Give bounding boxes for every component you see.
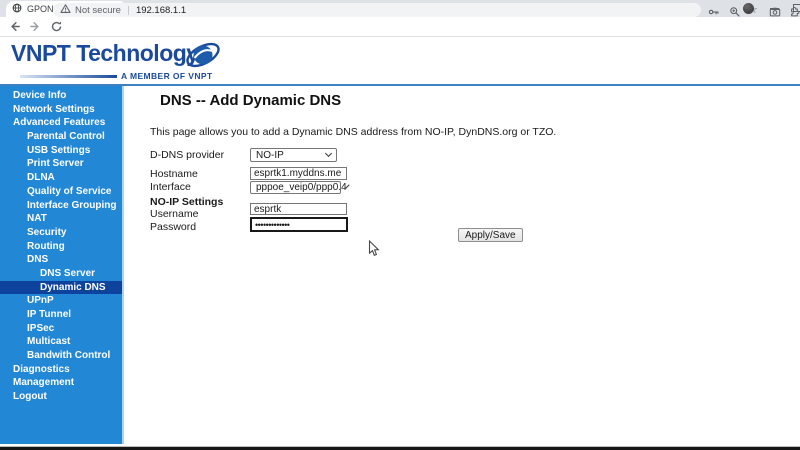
interface-value: pppoe_veip0/ppp0.4: [256, 182, 347, 193]
sidebar-item-diagnostics[interactable]: Diagnostics: [0, 363, 122, 377]
url-text: 192.168.1.1: [135, 4, 187, 16]
page-title: DNS -- Add Dynamic DNS: [160, 92, 342, 109]
mouse-cursor: [368, 239, 380, 263]
tagline-rule: [20, 74, 117, 78]
noip-settings-heading: NO-IP Settings: [150, 196, 224, 208]
security-label: Not secure: [75, 4, 121, 16]
zoom-icon[interactable]: [729, 5, 741, 23]
sidebar-item-dynamic-dns[interactable]: Dynamic DNS: [0, 280, 122, 295]
sidebar-item-usb-settings[interactable]: USB Settings: [0, 144, 122, 158]
address-bar[interactable]: Not secure 192.168.1.1: [53, 3, 701, 17]
username-label: Username: [150, 208, 199, 220]
password-key-icon[interactable]: [708, 5, 720, 23]
sidebar-item-ipsec[interactable]: IPSec: [0, 322, 122, 336]
ddns-provider-value: NO-IP: [256, 149, 284, 161]
interface-label: Interface: [150, 181, 191, 193]
sidebar-item-device-info[interactable]: Device Info: [0, 89, 122, 103]
sidebar-item-nat[interactable]: NAT: [0, 212, 122, 226]
browser-toolbar: [0, 17, 800, 37]
hostname-label: Hostname: [150, 168, 198, 180]
bookmark-star-icon[interactable]: ☆: [748, 3, 758, 16]
apply-save-button[interactable]: Apply/Save: [458, 228, 523, 242]
hostname-input[interactable]: [250, 167, 347, 180]
sidebar-item-dns-server[interactable]: DNS Server: [0, 267, 122, 281]
password-label: Password: [150, 221, 197, 233]
sidebar-item-dlna[interactable]: DLNA: [0, 171, 122, 185]
sidebar-item-print-server[interactable]: Print Server: [0, 157, 122, 171]
sidebar-item-ip-tunnel[interactable]: IP Tunnel: [0, 308, 122, 322]
taskbar-edge: [0, 446, 800, 450]
favicon-globe-icon: [12, 0, 22, 18]
sidebar-item-routing[interactable]: Routing: [0, 240, 122, 254]
sidebar-item-interface-grouping[interactable]: Interface Grouping: [0, 199, 122, 213]
brand-wordmark: VNPT Technology: [11, 40, 199, 66]
forward-button[interactable]: [29, 20, 42, 33]
page-description: This page allows you to add a Dynamic DN…: [150, 126, 557, 138]
screen: GPON ONT × + Not secure 192.168.1.1 ☆: [0, 0, 800, 450]
sidebar-item-security[interactable]: Security: [0, 226, 122, 240]
site-header: VNPT Technology A MEMBER OF VNPT: [0, 38, 800, 84]
sidebar-item-dns[interactable]: DNS: [0, 253, 122, 267]
username-input[interactable]: [250, 203, 347, 215]
brand-tagline: A MEMBER OF VNPT: [121, 71, 213, 81]
omnibox-divider: [127, 5, 129, 15]
sidebar-item-logout[interactable]: Logout: [0, 390, 122, 404]
interface-select[interactable]: pppoe_veip0/ppp0.4: [250, 181, 350, 194]
sidebar-item-quality-of-service[interactable]: Quality of Service: [0, 185, 122, 199]
sidebar-item-network-settings[interactable]: Network Settings: [0, 103, 122, 117]
reload-button[interactable]: [50, 20, 63, 33]
extensions-puzzle-icon[interactable]: [788, 5, 800, 23]
ddns-provider-select[interactable]: NO-IP: [250, 148, 337, 162]
sidebar-item-management[interactable]: Management: [0, 376, 122, 390]
sidebar-item-parental-control[interactable]: Parental Control: [0, 130, 122, 144]
sidebar-item-bandwith-control[interactable]: Bandwith Control: [0, 349, 122, 363]
sidebar-item-upnp[interactable]: UPnP: [0, 294, 122, 308]
not-secure-warning-icon: [60, 1, 71, 19]
brand-tagline-row: A MEMBER OF VNPT: [20, 71, 213, 81]
sidebar-menu: Device Info Network Settings Advanced Feat…: [0, 86, 124, 444]
chevron-down-icon: [324, 149, 333, 158]
back-button[interactable]: [8, 20, 21, 33]
sidebar-item-advanced-features[interactable]: Advanced Features: [0, 116, 122, 130]
sidebar-item-multicast[interactable]: Multicast: [0, 335, 122, 349]
main-content: DNS -- Add Dynamic DNS This page allows …: [126, 86, 800, 444]
camera-icon[interactable]: [769, 5, 781, 23]
ddns-provider-label: D-DNS provider: [150, 149, 225, 161]
password-input[interactable]: [250, 217, 348, 232]
